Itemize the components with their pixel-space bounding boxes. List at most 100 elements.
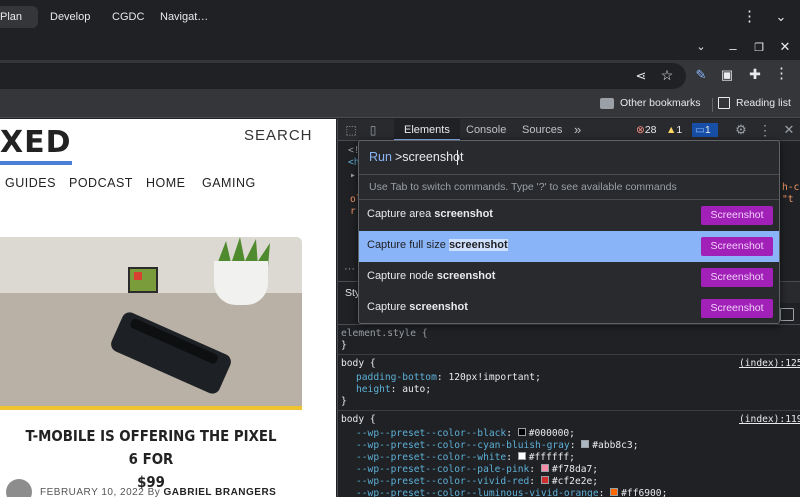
close-brace: } (341, 396, 347, 407)
color-swatch[interactable] (581, 440, 590, 448)
toggle-sidebar-icon[interactable] (780, 308, 794, 321)
rule-source-link[interactable]: (index):125 (739, 358, 800, 370)
color-swatch[interactable] (610, 488, 619, 496)
chrome-menu-icon[interactable]: ⋮ (774, 66, 789, 81)
screenshot-category-button[interactable]: Screenshot (701, 268, 773, 287)
command-query: >screenshot (395, 150, 464, 164)
web-page: XED SEARCH GUIDES PODCAST HOME GAMING T-… (0, 119, 336, 497)
property-value: #ffffff; (528, 452, 575, 463)
css-variable[interactable]: --wp--preset--color--pale-pink: #f78da7; (356, 464, 598, 476)
command-hint: Use Tab to switch commands. Type '?' to … (359, 174, 779, 200)
tab-navigat[interactable]: Navigat… (160, 6, 208, 28)
rule-selector[interactable]: body { (341, 358, 376, 370)
dom-line[interactable]: r (350, 206, 356, 218)
folder-icon (600, 98, 614, 109)
message-count: 1 (704, 124, 711, 136)
rule-divider (338, 354, 800, 355)
settings-gear-icon[interactable]: ⚙ (734, 123, 748, 137)
command-label-match: screenshot (434, 208, 493, 220)
css-variable[interactable]: --wp--preset--color--black: #000000; (356, 428, 575, 440)
logo-underline (0, 161, 72, 165)
color-swatch[interactable] (540, 464, 549, 472)
device-toolbar-icon[interactable]: ▯ (366, 123, 380, 137)
extension-box-icon[interactable]: ▣ (720, 68, 734, 82)
property-colon: : (436, 372, 449, 383)
property-name: --wp--preset--color--pale-pink (356, 464, 530, 475)
tab-search-icon[interactable]: ⌄ (694, 40, 708, 54)
css-property[interactable]: height: auto; (356, 384, 431, 396)
rule-divider (338, 410, 800, 411)
dom-line-right: h-c (782, 182, 800, 193)
screenshot-category-button[interactable]: Screenshot (701, 206, 773, 225)
devtools-menu-icon[interactable]: ⋮ (758, 123, 772, 137)
restore-icon[interactable]: ❐ (752, 41, 766, 55)
article-headline[interactable]: T-MOBILE IS OFFERING THE PIXEL 6 FOR $99 (21, 425, 281, 494)
property-colon: : (506, 452, 518, 463)
address-bar[interactable]: ⋖ ☆ (0, 63, 686, 89)
reading-list-link[interactable]: Reading list (736, 97, 791, 109)
nav-guides[interactable]: GUIDES (5, 176, 56, 190)
tab-sources[interactable]: Sources (522, 119, 562, 141)
command-label: Capture area screenshot (367, 208, 493, 220)
command-prefix: Run (369, 150, 392, 164)
property-value: #cf2e2e; (551, 476, 599, 487)
color-swatch[interactable] (540, 476, 549, 484)
bookmarks-divider (712, 98, 713, 112)
rule-source-link[interactable]: (index):119 (739, 414, 800, 426)
error-icon: ⊗ (636, 124, 645, 136)
close-window-icon[interactable]: ✕ (778, 40, 792, 54)
color-swatch[interactable] (517, 452, 526, 460)
tab-label: Develop (50, 11, 91, 23)
close-devtools-icon[interactable]: ✕ (782, 123, 796, 137)
screenshot-category-button[interactable]: Screenshot (701, 237, 773, 256)
command-item-capture-area[interactable]: Capture area screenshot Screenshot (359, 200, 779, 231)
command-input[interactable]: Run >screenshot (359, 141, 779, 173)
tab-cgdc[interactable]: CGDC (112, 6, 144, 28)
nav-gaming[interactable]: GAMING (202, 176, 256, 190)
pen-extension-icon[interactable]: ✎ (694, 68, 708, 82)
other-bookmarks-link[interactable]: Other bookmarks (620, 97, 701, 109)
byline-author[interactable]: GABRIEL BRANGERS (164, 487, 277, 497)
nav-home[interactable]: HOME (146, 176, 186, 190)
site-search-link[interactable]: SEARCH (244, 127, 313, 144)
property-colon: : (529, 476, 541, 487)
warning-badge[interactable]: ▲1 (666, 123, 684, 137)
share-icon[interactable]: ⋖ (634, 69, 648, 83)
dom-expand-icon[interactable]: ▸ (350, 170, 356, 182)
css-variable[interactable]: --wp--preset--color--luminous-vivid-oran… (356, 488, 667, 497)
bookmark-star-icon[interactable]: ☆ (660, 68, 674, 82)
css-variable[interactable]: --wp--preset--color--cyan-bluish-gray: #… (356, 440, 639, 452)
tab-develop[interactable]: Develop (50, 6, 90, 28)
bookmarks-bar: Other bookmarks Reading list (0, 92, 800, 118)
devtools-tab-bar: ⬚ ▯ Elements Console Sources » ⊗28 ▲1 ▭1… (338, 119, 800, 141)
rule-selector[interactable]: body { (341, 414, 376, 426)
screenshot-category-button[interactable]: Screenshot (701, 299, 773, 318)
nav-podcast[interactable]: PODCAST (69, 176, 133, 190)
tab-elements[interactable]: Elements (394, 119, 460, 141)
tab-console[interactable]: Console (466, 119, 506, 141)
messages-badge[interactable]: ▭1 (692, 123, 718, 137)
minimize-icon[interactable]: – (726, 42, 740, 56)
tab-plan[interactable]: Plan (0, 6, 38, 28)
property-colon: : (390, 384, 403, 395)
command-item-capture-node[interactable]: Capture node screenshot Screenshot (359, 262, 779, 293)
puzzle-extensions-icon[interactable]: ✚ (748, 67, 762, 81)
command-item-capture-full-size[interactable]: Capture full size screenshot Screenshot (359, 231, 779, 262)
inspect-element-icon[interactable]: ⬚ (344, 123, 358, 137)
css-variable[interactable]: --wp--preset--color--white: #ffffff; (356, 452, 575, 464)
color-swatch[interactable] (517, 428, 526, 436)
property-value: 120px!important; (448, 372, 541, 383)
chevron-down-icon[interactable]: ⌄ (774, 10, 788, 24)
kebab-menu-icon[interactable]: ⋮ (742, 9, 757, 24)
css-variable[interactable]: --wp--preset--color--vivid-red: #cf2e2e; (356, 476, 598, 488)
headline-line1: T-MOBILE IS OFFERING THE PIXEL 6 FOR (25, 427, 277, 468)
more-tabs-icon[interactable]: » (574, 119, 581, 141)
error-badge[interactable]: ⊗28 (636, 123, 662, 137)
error-count: 28 (644, 124, 657, 136)
site-logo[interactable]: XED (0, 125, 72, 160)
article-hero-image[interactable] (0, 237, 302, 409)
element-style-selector[interactable]: element.style { (341, 328, 428, 340)
breadcrumb-ellipsis[interactable]: ··· (344, 263, 355, 275)
command-item-capture[interactable]: Capture screenshot Screenshot (359, 293, 779, 324)
css-property[interactable]: padding-bottom: 120px!important; (356, 372, 541, 384)
